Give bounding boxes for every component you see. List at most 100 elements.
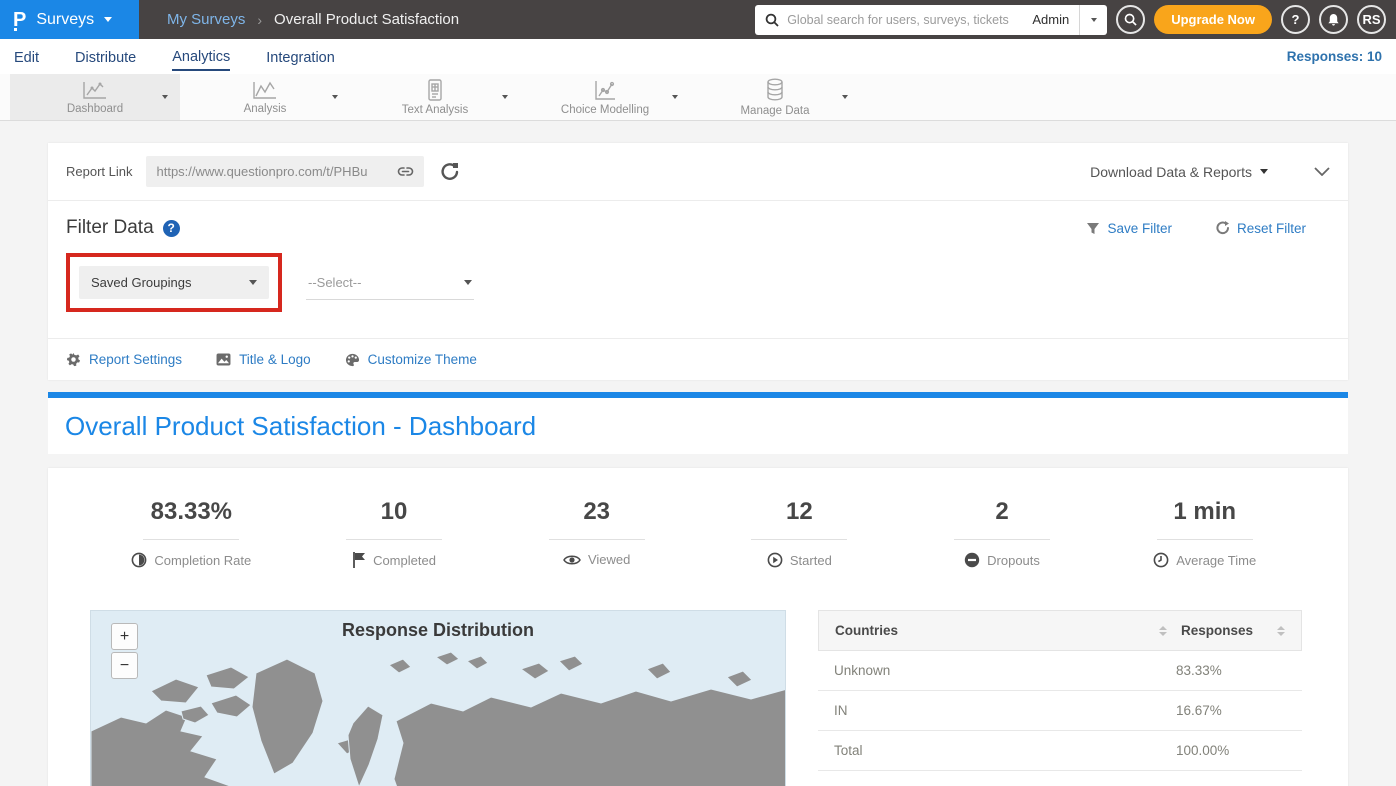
chevron-down-icon[interactable] (332, 95, 338, 99)
map-zoom-out-button[interactable]: − (111, 652, 138, 679)
country-name: Total (834, 743, 1176, 758)
notifications-button[interactable] (1319, 5, 1348, 34)
user-avatar[interactable]: RS (1357, 5, 1386, 34)
tab-text-analysis[interactable]: Text Analysis (350, 74, 520, 120)
customize-theme-link[interactable]: Customize Theme (345, 352, 477, 367)
global-search: Admin (755, 5, 1107, 35)
refresh-link-icon (440, 162, 460, 182)
chevron-down-icon (1091, 18, 1097, 22)
reset-filter-label: Reset Filter (1237, 221, 1306, 236)
filter-value-placeholder: --Select-- (308, 275, 361, 290)
reset-filter-button[interactable]: Reset Filter (1216, 221, 1306, 236)
report-link-field[interactable]: https://www.questionpro.com/t/PHBu (146, 156, 424, 187)
gear-icon (66, 352, 81, 367)
chevron-down-icon (464, 280, 472, 285)
map-zoom-in-button[interactable]: + (111, 623, 138, 650)
page-title: Overall Product Satisfaction - Dashboard (65, 411, 536, 442)
map-zoom-controls: + − (111, 623, 138, 679)
download-data-reports-dropdown[interactable]: Download Data & Reports (1090, 164, 1268, 180)
eye-icon (563, 554, 581, 566)
nav-item-integration[interactable]: Integration (266, 44, 335, 70)
topbar-actions: Admin Upgrade Now ? RS (755, 0, 1386, 39)
search-input[interactable] (787, 13, 1022, 27)
saved-groupings-label: Saved Groupings (91, 275, 191, 290)
stat-label: Completion Rate (154, 553, 251, 568)
dashboard-title-band: Overall Product Satisfaction - Dashboard (48, 398, 1348, 454)
stat-label-row: Dropouts (901, 552, 1104, 568)
highlight-red-box: Saved Groupings (66, 253, 282, 312)
analysis-chart-icon (252, 80, 278, 100)
stat-completion-rate: 83.33% Completion Rate (90, 498, 293, 568)
play-circle-icon (767, 552, 783, 568)
choice-modelling-icon (593, 79, 617, 101)
help-button[interactable]: ? (1281, 5, 1310, 34)
product-switcher[interactable]: P Surveys (0, 0, 139, 40)
funnel-icon (1086, 222, 1100, 235)
minus-circle-icon (964, 552, 980, 568)
save-filter-button[interactable]: Save Filter (1086, 221, 1172, 236)
stat-value: 83.33% (90, 498, 293, 526)
responses-count[interactable]: Responses: 10 (1287, 49, 1382, 64)
title-logo-link[interactable]: Title & Logo (216, 352, 311, 367)
report-footer-links: Report Settings Title & Logo Customize T… (48, 338, 1348, 380)
stat-label-row: Viewed (495, 552, 698, 567)
tab-dashboard[interactable]: Dashboard (10, 74, 180, 120)
breadcrumb-separator: › (257, 12, 262, 28)
regenerate-link-button[interactable] (440, 162, 460, 182)
report-settings-card: Report Link https://www.questionpro.com/… (48, 143, 1348, 380)
breadcrumb: My Surveys › Overall Product Satisfactio… (167, 11, 459, 28)
tab-analysis[interactable]: Analysis (180, 74, 350, 120)
tab-manage-data[interactable]: Manage Data (690, 74, 860, 120)
sort-countries-icon[interactable] (1159, 626, 1167, 636)
stat-label: Dropouts (987, 553, 1040, 568)
collapse-panel-chevron-icon[interactable] (1314, 167, 1330, 176)
breadcrumb-current-survey: Overall Product Satisfaction (274, 11, 459, 28)
filter-value-dropdown[interactable]: --Select-- (306, 266, 474, 300)
stat-label: Started (790, 553, 832, 568)
tab-label: Text Analysis (402, 104, 468, 116)
divider (346, 539, 442, 540)
nav-item-edit[interactable]: Edit (14, 44, 39, 70)
image-icon (216, 353, 231, 366)
download-data-reports-label: Download Data & Reports (1090, 164, 1252, 180)
breadcrumb-my-surveys[interactable]: My Surveys (167, 11, 245, 28)
nav-item-analytics[interactable]: Analytics (172, 43, 230, 71)
chevron-down-icon (1260, 169, 1268, 174)
save-filter-label: Save Filter (1107, 221, 1172, 236)
upgrade-now-button[interactable]: Upgrade Now (1154, 5, 1272, 34)
stats-row: 83.33% Completion Rate 10 Completed 23 V… (48, 498, 1348, 568)
response-distribution-map[interactable]: Response Distribution + − (90, 610, 786, 786)
filter-help-icon[interactable]: ? (163, 220, 180, 237)
stat-label: Completed (373, 553, 436, 568)
sort-responses-icon[interactable] (1277, 626, 1285, 636)
report-settings-link[interactable]: Report Settings (66, 352, 182, 367)
chevron-down-icon[interactable] (502, 95, 508, 99)
chevron-down-icon[interactable] (842, 95, 848, 99)
divider (143, 539, 239, 540)
divider (1157, 539, 1253, 540)
tab-choice-modelling[interactable]: Choice Modelling (520, 74, 690, 120)
responses-column-header: Responses (1181, 623, 1277, 638)
divider (549, 539, 645, 540)
divider (954, 539, 1050, 540)
stat-value: 23 (495, 498, 698, 526)
saved-groupings-dropdown[interactable]: Saved Groupings (79, 266, 269, 299)
country-responses: 100.00% (1176, 743, 1286, 758)
chevron-down-icon[interactable] (672, 95, 678, 99)
reset-icon (1216, 221, 1230, 235)
map-title: Response Distribution (91, 620, 785, 641)
quick-search-button[interactable] (1116, 5, 1145, 34)
report-settings-label: Report Settings (89, 352, 182, 367)
country-name: Unknown (834, 663, 1176, 678)
chevron-down-icon[interactable] (162, 95, 168, 99)
tab-label: Manage Data (740, 105, 809, 117)
search-scope-dropdown[interactable] (1079, 5, 1107, 35)
completion-rate-icon (131, 552, 147, 568)
questionpro-logo-icon: P (13, 10, 26, 30)
tab-label: Dashboard (67, 103, 123, 115)
nav-item-distribute[interactable]: Distribute (75, 44, 136, 70)
filter-data-heading: Filter Data (66, 217, 154, 239)
stat-label-row: Average Time (1103, 552, 1306, 568)
report-link-url[interactable]: https://www.questionpro.com/t/PHBu (156, 164, 391, 179)
search-scope: Admin (1022, 12, 1079, 27)
